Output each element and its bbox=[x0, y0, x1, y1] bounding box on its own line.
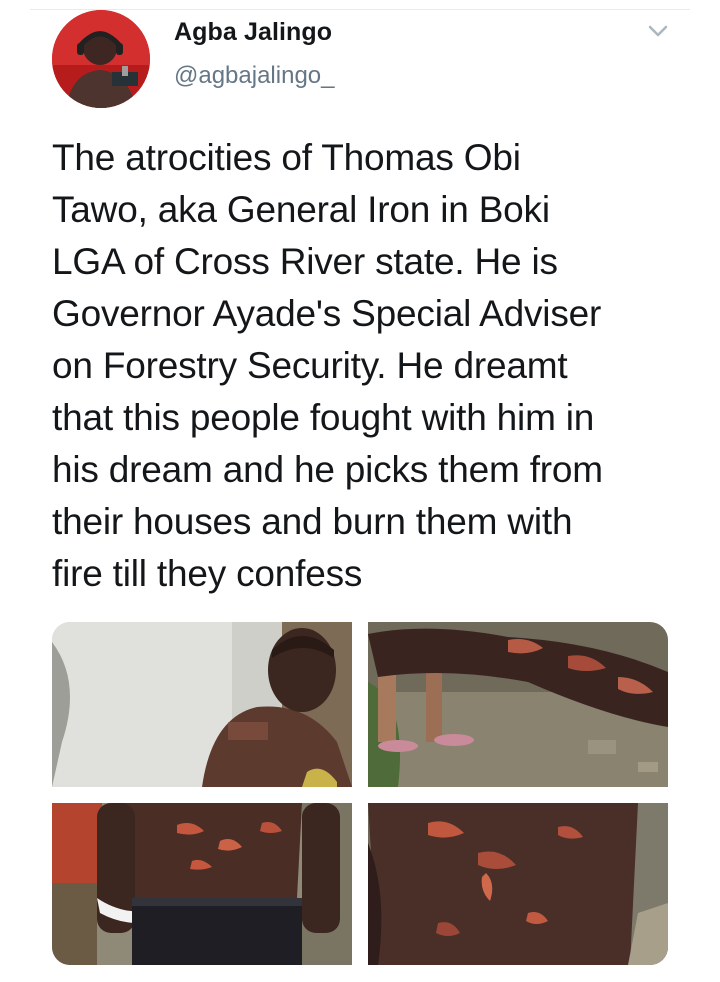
tweet-text: The atrocities of Thomas Obi Tawo, aka G… bbox=[52, 137, 603, 594]
media-photo-1[interactable] bbox=[52, 622, 352, 787]
media-photo-2[interactable] bbox=[368, 622, 668, 787]
avatar-image bbox=[52, 10, 150, 108]
user-handle[interactable]: @agbajalingo_ bbox=[174, 62, 335, 90]
top-divider bbox=[30, 9, 690, 10]
chevron-down-icon[interactable] bbox=[644, 20, 672, 42]
media-photo-4[interactable] bbox=[368, 803, 668, 965]
display-name[interactable]: Agba Jalingo bbox=[174, 18, 332, 47]
media-photo-3[interactable] bbox=[52, 803, 352, 965]
avatar[interactable] bbox=[52, 10, 150, 108]
media-grid bbox=[52, 622, 668, 965]
